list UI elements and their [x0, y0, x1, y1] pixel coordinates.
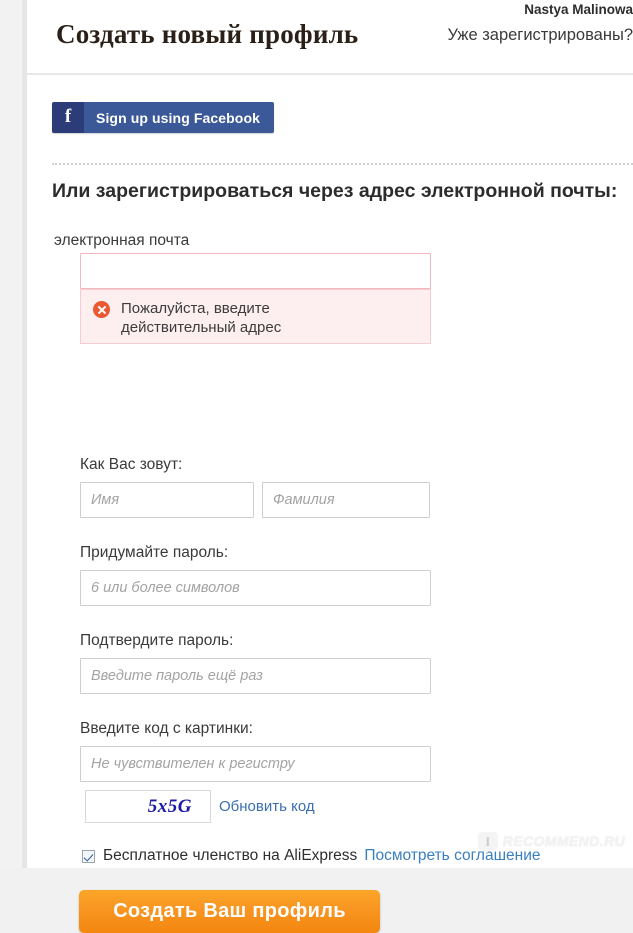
- password-confirm-input[interactable]: [80, 658, 431, 694]
- already-registered-link[interactable]: Уже зарегистрированы?: [447, 26, 633, 45]
- view-agreement-link[interactable]: Посмотреть соглашение: [364, 847, 540, 865]
- email-input[interactable]: [80, 253, 431, 289]
- agreement-row: Бесплатное членство на AliExpress Посмот…: [82, 847, 540, 865]
- signup-page-sheet: Создать новый профиль Nastya Malinowa Уж…: [27, 0, 633, 933]
- page-header: Создать новый профиль Nastya Malinowa Уж…: [27, 0, 633, 75]
- last-name-input[interactable]: [262, 482, 430, 518]
- email-section-heading: Или зарегистрироваться через адрес элект…: [52, 180, 618, 202]
- email-error-message: Пожалуйста, введите действительный адрес: [80, 289, 431, 344]
- section-divider: [52, 163, 633, 165]
- refresh-captcha-link[interactable]: Обновить код: [219, 798, 315, 815]
- captcha-input[interactable]: [80, 746, 431, 782]
- captcha-code-text: 5x5G: [147, 795, 192, 817]
- email-error-text: Пожалуйста, введите действительный адрес: [121, 300, 282, 336]
- password-field-label: Придумайте пароль:: [80, 544, 229, 561]
- password-input[interactable]: [80, 570, 431, 606]
- page-title: Создать новый профиль: [56, 19, 359, 49]
- free-membership-checkbox[interactable]: [82, 849, 95, 863]
- account-name-label: Nastya Malinowa: [524, 2, 633, 17]
- facebook-signup-button[interactable]: f Sign up using Facebook: [52, 102, 274, 133]
- page-left-gutter: [0, 0, 22, 868]
- email-field-label: электронная почта: [54, 232, 190, 249]
- names-field-label: Как Вас зовут:: [80, 456, 183, 473]
- facebook-f-icon: f: [52, 102, 84, 133]
- captcha-field-label: Введите код с картинки:: [80, 720, 253, 737]
- facebook-signup-label: Sign up using Facebook: [84, 102, 274, 133]
- error-circle-x-icon: [93, 301, 110, 318]
- free-membership-label: Бесплатное членство на AliExpress: [103, 847, 358, 864]
- watermark-icon-letter: I: [485, 833, 491, 849]
- captcha-image: 5x5G: [85, 790, 211, 823]
- create-profile-button[interactable]: Создать Ваш профиль: [79, 890, 380, 933]
- password-confirm-field-label: Подтвердите пароль:: [80, 632, 234, 649]
- first-name-input[interactable]: [80, 482, 254, 518]
